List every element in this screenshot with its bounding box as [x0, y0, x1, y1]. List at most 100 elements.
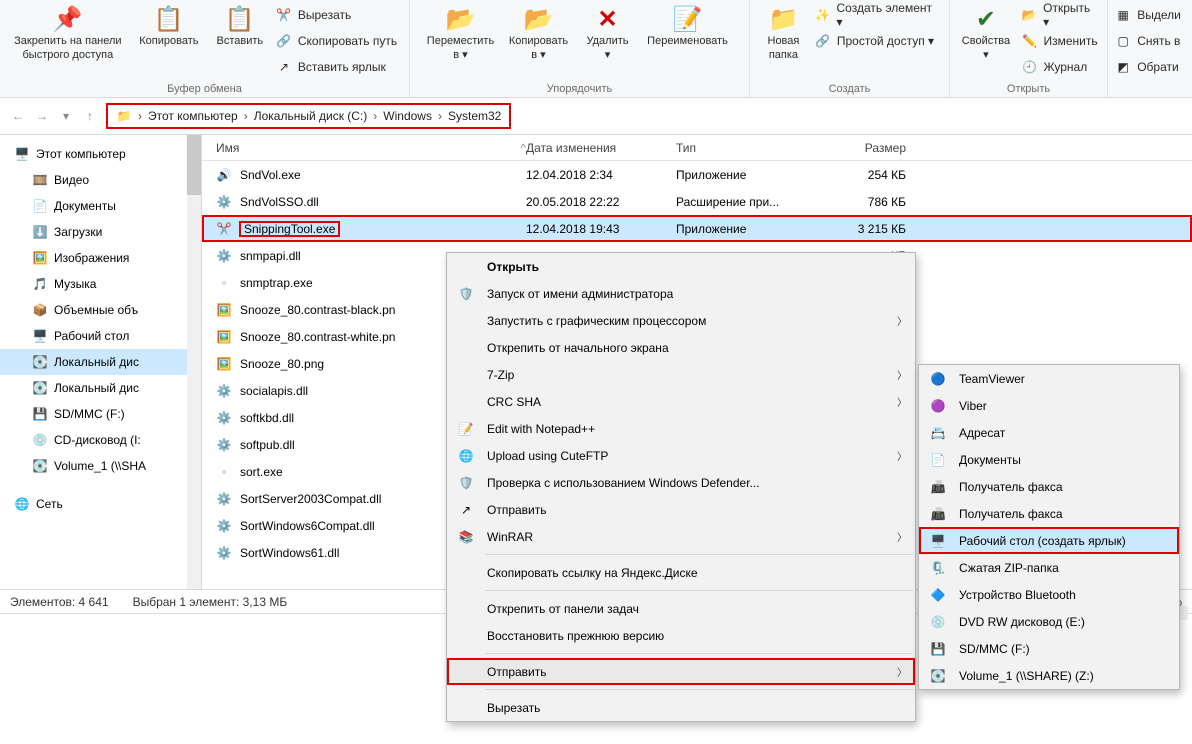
- tree-item[interactable]: 💽Volume_1 (\\SHA: [0, 453, 201, 479]
- history-icon: 🕘: [1021, 60, 1037, 74]
- folder-icon: 📁: [116, 109, 132, 123]
- up-button[interactable]: ↑: [80, 109, 100, 123]
- moveto-icon: 📂: [446, 4, 476, 34]
- ctx-item[interactable]: 7-Zip〉: [447, 361, 915, 388]
- move-button[interactable]: 📂Переместить в ▾: [422, 2, 500, 62]
- ctx-item[interactable]: Открыть: [447, 253, 915, 280]
- ctx-item[interactable]: 📝Edit with Notepad++: [447, 415, 915, 442]
- col-name[interactable]: Имя: [216, 141, 239, 155]
- props-button[interactable]: ✔Свойства ▾: [954, 2, 1017, 78]
- bc-drive[interactable]: Локальный диск (C:): [254, 109, 368, 123]
- bc-windows[interactable]: Windows: [383, 109, 432, 123]
- ctx-item[interactable]: Скопировать ссылку на Яндекс.Диске: [447, 559, 915, 586]
- rename-button[interactable]: 📝Переименовать: [638, 2, 738, 62]
- delete-button[interactable]: ✕Удалить ▾: [578, 2, 638, 62]
- easyaccess-button[interactable]: 🔗Простой доступ ▾: [811, 30, 943, 52]
- tree-icon: 🖥️: [14, 147, 30, 161]
- ctx-item[interactable]: Восстановить прежнюю версию: [447, 622, 915, 649]
- recent-button[interactable]: ▾: [56, 109, 76, 123]
- ctx-item[interactable]: 🛡️Проверка с использованием Windows Defe…: [447, 469, 915, 496]
- tree-item[interactable]: 🎵Музыка: [0, 271, 201, 297]
- sendto-item[interactable]: 💽Volume_1 (\\SHARE) (Z:): [919, 662, 1179, 689]
- sendto-item[interactable]: 💾SD/MMC (F:): [919, 635, 1179, 662]
- bc-sys32[interactable]: System32: [448, 109, 501, 123]
- copyto-button[interactable]: 📂Копировать в ▾: [500, 2, 578, 62]
- pin-button[interactable]: 📌 Закрепить на панели быстрого доступа: [8, 2, 128, 78]
- file-row[interactable]: ✂️SnippingTool.exe12.04.2018 19:43Прилож…: [202, 215, 1192, 242]
- open-button[interactable]: 📂Открыть ▾: [1017, 4, 1102, 26]
- tree-item[interactable]: 🖼️Изображения: [0, 245, 201, 271]
- col-type[interactable]: Тип: [676, 141, 696, 155]
- file-row[interactable]: ⚙️SndVolSSO.dll20.05.2018 22:22Расширени…: [202, 188, 1192, 215]
- pastelnk-button[interactable]: ↗Вставить ярлык: [272, 56, 401, 78]
- ctx-item[interactable]: 📚WinRAR〉: [447, 523, 915, 550]
- copypath-button[interactable]: 🔗Скопировать путь: [272, 30, 401, 52]
- sendto-item[interactable]: 🗜️Сжатая ZIP-папка: [919, 554, 1179, 581]
- ctx-label: Скопировать ссылку на Яндекс.Диске: [487, 566, 698, 580]
- tree-item[interactable]: 💽Локальный дис: [0, 349, 201, 375]
- ctx-item[interactable]: 🛡️Запуск от имени администратора: [447, 280, 915, 307]
- col-date[interactable]: Дата изменения: [526, 141, 616, 155]
- nav-tree[interactable]: 🖥️Этот компьютер🎞️Видео📄Документы⬇️Загру…: [0, 135, 202, 589]
- sendto-item[interactable]: 💿DVD RW дисковод (E:): [919, 608, 1179, 635]
- tree-item[interactable]: 💿CD-дисковод (I:: [0, 427, 201, 453]
- breadcrumb[interactable]: 📁 › Этот компьютер › Локальный диск (C:)…: [106, 103, 511, 129]
- folder-new-icon: 📁: [768, 4, 798, 34]
- tree-item[interactable]: 💽Локальный дис: [0, 375, 201, 401]
- sendto-item[interactable]: 🟣Viber: [919, 392, 1179, 419]
- tree-item[interactable]: 🌐Сеть: [0, 491, 201, 517]
- tree-item[interactable]: 📦Объемные объ: [0, 297, 201, 323]
- cut-button[interactable]: ✂️Вырезать: [272, 4, 401, 26]
- tree-scrollbar[interactable]: [187, 135, 201, 589]
- selectall-button[interactable]: ▦Выдели: [1111, 4, 1185, 26]
- newfolder-button[interactable]: 📁Новая папка: [756, 2, 811, 62]
- context-menu[interactable]: Открыть🛡️Запуск от имени администратораЗ…: [446, 252, 916, 722]
- sendto-item[interactable]: 📠Получатель факса: [919, 473, 1179, 500]
- tree-item[interactable]: ⬇️Загрузки: [0, 219, 201, 245]
- paste-button[interactable]: 📋 Вставить: [210, 2, 270, 78]
- tree-icon: 💾: [32, 407, 48, 421]
- ctx-item[interactable]: 🌐Upload using CuteFTP〉: [447, 442, 915, 469]
- ctx-item[interactable]: Открепить от начального экрана: [447, 334, 915, 361]
- ctx-icon: ↗: [457, 503, 475, 517]
- pin-icon: 📌: [53, 4, 83, 34]
- ctx-item[interactable]: Запустить с графическим процессором〉: [447, 307, 915, 334]
- sendto-icon: 🖥️: [929, 534, 947, 548]
- ctx-item[interactable]: Открепить от панели задач: [447, 595, 915, 622]
- column-headers[interactable]: Имя^ Дата изменения Тип Размер: [202, 135, 1192, 161]
- ctx-item[interactable]: CRC SHA〉: [447, 388, 915, 415]
- sendto-item[interactable]: 📠Получатель факса: [919, 500, 1179, 527]
- copy-button[interactable]: 📋 Копировать: [130, 2, 208, 78]
- sendto-item[interactable]: 📇Адресат: [919, 419, 1179, 446]
- file-type: Приложение: [676, 222, 826, 236]
- col-size[interactable]: Размер: [865, 141, 906, 155]
- selectnone-button[interactable]: ▢Снять в: [1111, 30, 1185, 52]
- bc-pc[interactable]: Этот компьютер: [148, 109, 238, 123]
- ctx-item[interactable]: ↗Отправить: [447, 496, 915, 523]
- history-button[interactable]: 🕘Журнал: [1017, 56, 1102, 78]
- forward-button[interactable]: →: [32, 109, 52, 123]
- invertsel-button[interactable]: ◩Обрати: [1111, 56, 1185, 78]
- ctx-item[interactable]: Вырезать: [447, 694, 915, 721]
- tree-item[interactable]: 🖥️Рабочий стол: [0, 323, 201, 349]
- sendto-item[interactable]: 🖥️Рабочий стол (создать ярлык): [919, 527, 1179, 554]
- tree-item[interactable]: 📄Документы: [0, 193, 201, 219]
- tree-icon: 🎞️: [32, 173, 48, 187]
- file-row[interactable]: 🔊SndVol.exe12.04.2018 2:34Приложение254 …: [202, 161, 1192, 188]
- back-button[interactable]: ←: [8, 109, 28, 123]
- sendto-submenu[interactable]: 🔵TeamViewer🟣Viber📇Адресат📄Документы📠Полу…: [918, 364, 1180, 690]
- ctx-icon: 📚: [457, 530, 475, 544]
- tree-item[interactable]: 🖥️Этот компьютер: [0, 141, 201, 167]
- ctx-item[interactable]: Отправить〉: [447, 658, 915, 685]
- sendto-item[interactable]: 📄Документы: [919, 446, 1179, 473]
- edit-button[interactable]: ✏️Изменить: [1017, 30, 1102, 52]
- file-date: 20.05.2018 22:22: [526, 195, 676, 209]
- file-icon: 🔊: [216, 168, 232, 182]
- sendto-item[interactable]: 🔵TeamViewer: [919, 365, 1179, 392]
- tree-icon: 💽: [32, 381, 48, 395]
- newitem-button[interactable]: ✨Создать элемент ▾: [811, 4, 943, 26]
- tree-item[interactable]: 🎞️Видео: [0, 167, 201, 193]
- tree-item[interactable]: 💾SD/MMC (F:): [0, 401, 201, 427]
- chevron-right-icon: 〉: [897, 394, 907, 409]
- sendto-item[interactable]: 🔷Устройство Bluetooth: [919, 581, 1179, 608]
